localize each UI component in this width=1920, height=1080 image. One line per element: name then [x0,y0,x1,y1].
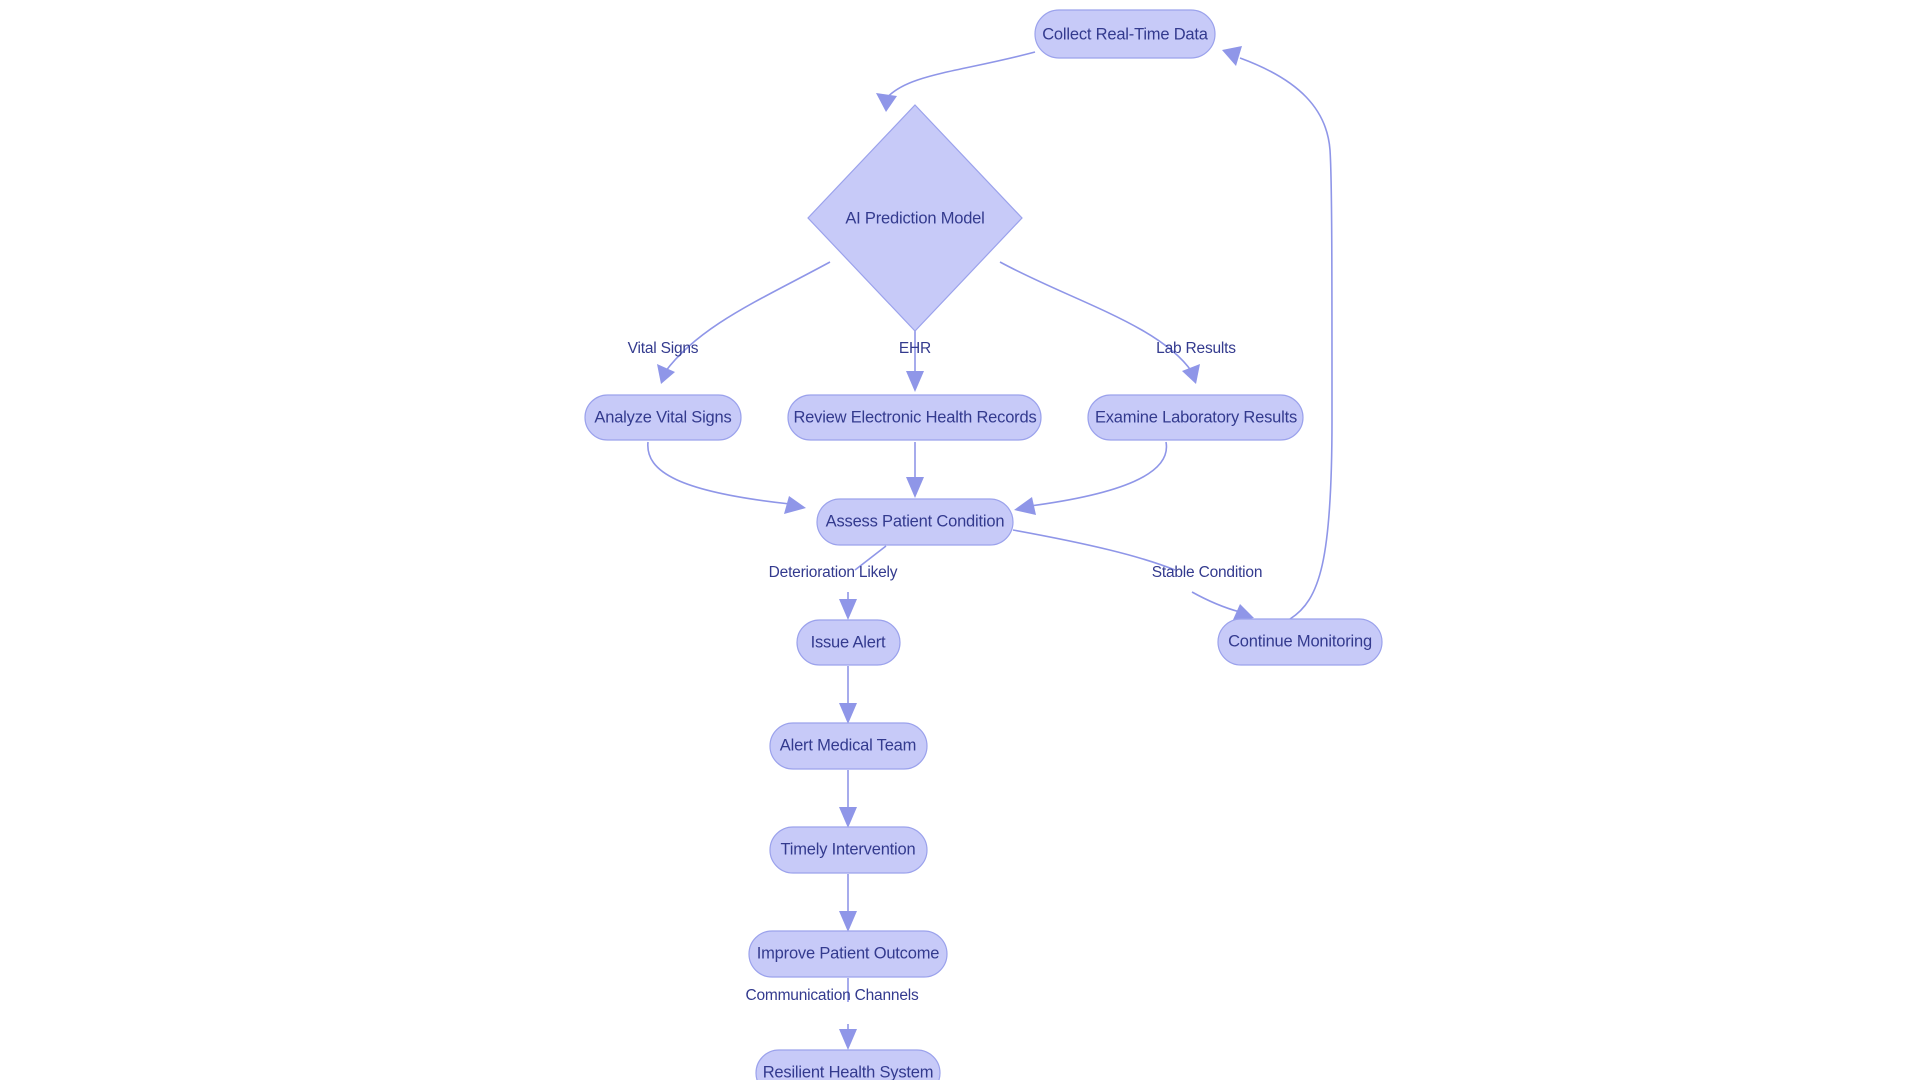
node-label: Alert Medical Team [780,736,916,754]
arrow-head [1014,497,1036,515]
node-label: Improve Patient Outcome [757,944,940,962]
node-alert-medical-team[interactable]: Alert Medical Team [769,722,928,770]
arrow-head [1222,46,1242,66]
arrow-head [876,93,897,112]
edge-path [1239,57,1333,620]
node-label: Review Electronic Health Records [793,408,1036,426]
node-issue-alert[interactable]: Issue Alert [796,619,901,666]
flowchart-canvas: Collect Real-Time Data AI Prediction Mod… [0,0,1920,1080]
node-analyze-vital-signs[interactable]: Analyze Vital Signs [584,394,742,441]
node-label: Collect Real-Time Data [1042,25,1209,43]
edge-label-lab-results: Lab Results [1156,340,1236,357]
edge-label-vital-signs: Vital Signs [628,340,699,357]
edge-assess-to-alert [839,545,887,620]
edge-label-ehr: EHR [899,340,931,357]
edge-path [647,441,791,505]
arrow-head [839,911,857,932]
node-label: Issue Alert [811,633,886,651]
arrow-head [839,703,857,724]
edge-labs-to-assess [1014,441,1168,515]
edge-label-communication-channels: Communication Channels [745,987,919,1004]
edge-label-stable-condition: Stable Condition [1152,564,1263,581]
node-label: Timely Intervention [781,840,916,858]
arrow-head [906,371,924,392]
edge-label-deterioration-likely: Deterioration Likely [769,564,898,581]
edge-collect-to-model [876,51,1036,112]
node-layer: Collect Real-Time Data AI Prediction Mod… [584,9,1383,1080]
arrow-head [839,1029,857,1050]
node-timely-intervention[interactable]: Timely Intervention [769,826,928,874]
node-review-electronic-health-records[interactable]: Review Electronic Health Records [787,394,1042,441]
edge-path [1012,529,1176,571]
node-ai-prediction-model[interactable]: AI Prediction Model [807,104,1023,332]
node-label: Resilient Health System [763,1063,934,1080]
edge-vitals-to-assess [647,441,806,514]
arrow-head [1182,364,1200,384]
node-continue-monitoring[interactable]: Continue Monitoring [1217,618,1383,666]
node-examine-laboratory-results[interactable]: Examine Laboratory Results [1087,394,1304,441]
node-label: Continue Monitoring [1228,632,1372,650]
arrow-head [839,599,857,620]
node-collect-real-time-data[interactable]: Collect Real-Time Data [1034,9,1216,59]
edge-path [1029,441,1168,507]
edge-monitor-to-collect [1222,46,1333,620]
edge-team-to-interv [839,770,857,828]
node-assess-patient-condition[interactable]: Assess Patient Condition [816,498,1014,546]
node-label: Analyze Vital Signs [594,408,731,426]
node-label: Examine Laboratory Results [1095,408,1297,426]
edge-model-to-labs [999,261,1200,384]
edge-alert-to-team [839,666,857,724]
edge-interv-to-improve [839,874,857,932]
edge-model-to-vitals [657,261,831,384]
edge-path [1191,591,1241,613]
flowchart-svg: Collect Real-Time Data AI Prediction Mod… [584,9,1383,1080]
node-resilient-health-system[interactable]: Resilient Health System [755,1049,941,1080]
node-label: Assess Patient Condition [826,512,1005,530]
arrow-head [906,477,924,498]
arrow-head [784,496,806,514]
edge-path [884,51,1036,101]
node-improve-patient-outcome[interactable]: Improve Patient Outcome [748,930,948,978]
arrow-head [839,807,857,828]
edge-ehr-to-assess [906,442,924,498]
arrow-head [657,364,675,384]
node-label: AI Prediction Model [845,209,984,227]
